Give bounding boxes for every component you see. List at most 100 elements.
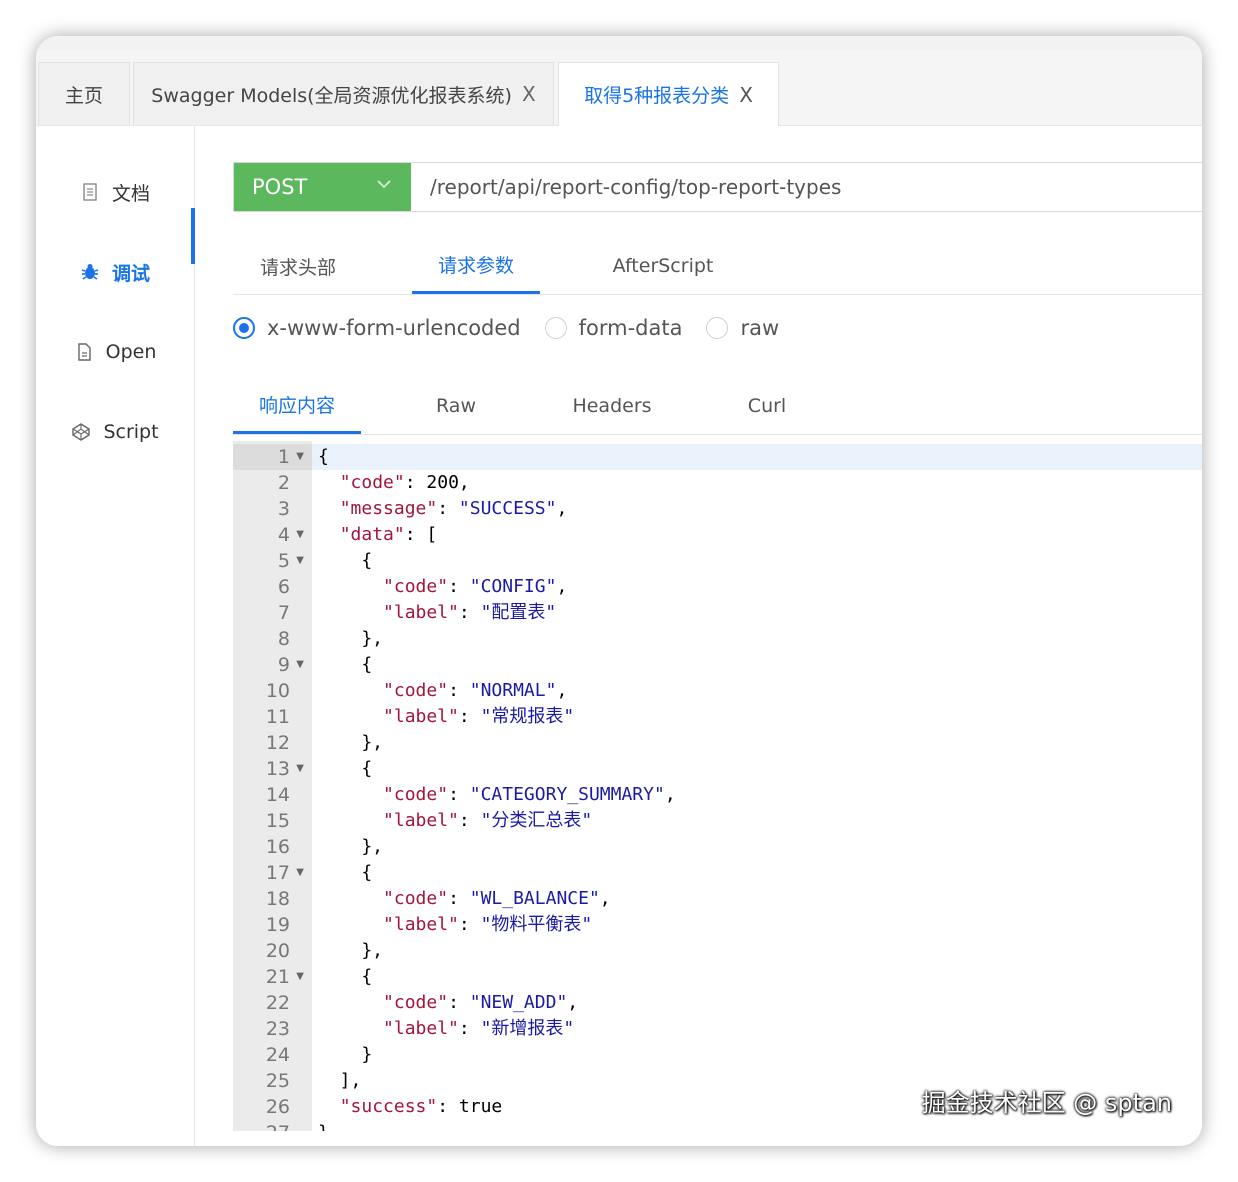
line-number: 8 xyxy=(233,626,312,652)
line-number-text: 14 xyxy=(265,784,290,806)
response-editor[interactable]: 1 ▼{2 "code": 200, 3 "message": "SUCCESS",… xyxy=(233,441,1202,1131)
close-icon[interactable]: X xyxy=(522,82,536,106)
sidebar: 文档 调试 Open Script xyxy=(36,126,195,1146)
sidebar-item-open[interactable]: Open xyxy=(36,324,194,380)
code-text: "code": "NEW_ADD", xyxy=(383,992,579,1013)
code-text: "success": true xyxy=(339,1096,503,1117)
fold-arrow-icon[interactable]: ▼ xyxy=(296,860,304,886)
line-number-text: 23 xyxy=(265,1018,290,1040)
code-text: "code": "NORMAL", xyxy=(383,680,568,701)
radio-x-www-form-urlencoded[interactable]: x-www-form-urlencoded xyxy=(233,316,521,340)
code-text: "code": "CONFIG", xyxy=(383,576,568,597)
tab-home[interactable]: 主页 xyxy=(38,62,130,125)
bug-icon xyxy=(81,264,99,280)
radio-label: x-www-form-urlencoded xyxy=(267,316,521,340)
code-text: "code": 200, xyxy=(339,472,470,493)
tab-label: Swagger Models(全局资源优化报表系统) xyxy=(151,84,512,107)
code-line: { xyxy=(312,756,1202,782)
param-tabs: 请求头部 请求参数 AfterScript xyxy=(233,238,1202,295)
code-text: "label": "物料平衡表" xyxy=(383,914,593,935)
code-line: { xyxy=(312,964,1202,990)
line-number-text: 16 xyxy=(265,836,290,858)
tab-request-headers[interactable]: 请求头部 xyxy=(233,238,363,294)
line-number-text: 22 xyxy=(265,992,290,1014)
code-line: } xyxy=(312,1042,1202,1068)
close-icon[interactable]: X xyxy=(739,83,753,107)
code-text: "label": "新增报表" xyxy=(383,1018,575,1039)
code-text: } xyxy=(318,1120,329,1131)
code-text: "code": "WL_BALANCE", xyxy=(383,888,611,909)
code-line: "label": "配置表" xyxy=(312,600,1202,626)
line-number: 15 xyxy=(233,808,312,834)
line-number-text: 12 xyxy=(265,732,290,754)
fold-arrow-icon[interactable]: ▼ xyxy=(296,652,304,678)
tab-label: 主页 xyxy=(64,84,103,107)
tab-afterscript[interactable]: AfterScript xyxy=(599,238,727,294)
code-line: "label": "常规报表" xyxy=(312,704,1202,730)
code-line: { xyxy=(312,548,1202,574)
tab-request-params[interactable]: 请求参数 xyxy=(412,238,540,294)
line-number-text: 2 xyxy=(277,472,290,494)
line-number: 16 xyxy=(233,834,312,860)
line-number-text: 20 xyxy=(265,940,290,962)
line-number: 13 ▼ xyxy=(233,756,312,782)
codepen-icon xyxy=(72,423,91,441)
tab-headers[interactable]: Headers xyxy=(553,378,671,434)
watermark: 掘金技术社区 @ sptan xyxy=(921,1089,1172,1117)
code-text: { xyxy=(318,966,373,987)
radio-form-data[interactable]: form-data xyxy=(544,316,682,340)
sidebar-item-debug[interactable]: 调试 xyxy=(36,244,194,300)
method-select[interactable]: POST xyxy=(234,163,411,211)
line-number: 10 xyxy=(233,678,312,704)
line-number: 27 xyxy=(233,1120,312,1131)
code-line: }, xyxy=(312,626,1202,652)
tab-raw[interactable]: Raw xyxy=(403,378,509,434)
line-number: 1 ▼ xyxy=(233,444,312,470)
radio-label: raw xyxy=(740,316,780,340)
tab-report-types[interactable]: 取得5种报表分类 X xyxy=(558,62,779,126)
tab-bar: 主页 Swagger Models(全局资源优化报表系统) X 取得5种报表分类… xyxy=(36,50,1202,126)
line-number: 5 ▼ xyxy=(233,548,312,574)
code-line: "message": "SUCCESS", xyxy=(312,496,1202,522)
line-number-text: 4 xyxy=(277,524,290,546)
line-number-text: 9 xyxy=(277,654,290,676)
code-text: { xyxy=(318,654,373,675)
fold-arrow-icon[interactable]: ▼ xyxy=(296,756,304,782)
response-tabs: 响应内容 Raw Headers Curl xyxy=(233,378,1202,435)
code-line: }, xyxy=(312,938,1202,964)
line-number-text: 5 xyxy=(277,550,290,572)
fold-arrow-icon[interactable]: ▼ xyxy=(296,964,304,990)
line-number-text: 7 xyxy=(277,602,290,624)
top-strip xyxy=(36,36,1202,51)
fold-arrow-icon[interactable]: ▼ xyxy=(296,522,304,548)
line-number: 23 xyxy=(233,1016,312,1042)
fold-arrow-icon[interactable]: ▼ xyxy=(296,548,304,574)
tab-curl[interactable]: Curl xyxy=(723,378,811,434)
radio-raw[interactable]: raw xyxy=(706,316,779,340)
line-number: 26 xyxy=(233,1094,312,1120)
line-number-text: 11 xyxy=(265,706,290,728)
sidebar-item-docs[interactable]: 文档 xyxy=(36,164,194,220)
code-text: "label": "配置表" xyxy=(383,602,557,623)
radio-dot xyxy=(706,317,729,339)
tab-response-content[interactable]: 响应内容 xyxy=(233,378,361,434)
radio-dot xyxy=(544,317,567,339)
line-number-text: 18 xyxy=(265,888,290,910)
line-number: 17 ▼ xyxy=(233,860,312,886)
code-text: { xyxy=(318,550,373,571)
code-text: "data": [ xyxy=(339,524,438,545)
code-line: }, xyxy=(312,730,1202,756)
tab-swagger-models[interactable]: Swagger Models(全局资源优化报表系统) X xyxy=(133,62,554,125)
line-number: 11 xyxy=(233,704,312,730)
line-number: 2 xyxy=(233,470,312,496)
code-line: "code": "CONFIG", xyxy=(312,574,1202,600)
code-line: } xyxy=(312,1120,1202,1131)
code-text: { xyxy=(318,862,373,883)
request-url-row: POST /report/api/report-config/top-repor… xyxy=(233,162,1202,212)
tab-label: 取得5种报表分类 xyxy=(584,85,730,107)
url-input[interactable]: /report/api/report-config/top-report-typ… xyxy=(430,163,841,211)
sidebar-item-script[interactable]: Script xyxy=(36,404,194,460)
fold-arrow-icon[interactable]: ▼ xyxy=(296,444,304,470)
code-text: { xyxy=(318,446,329,467)
app-window: 主页 Swagger Models(全局资源优化报表系统) X 取得5种报表分类… xyxy=(36,36,1202,1146)
